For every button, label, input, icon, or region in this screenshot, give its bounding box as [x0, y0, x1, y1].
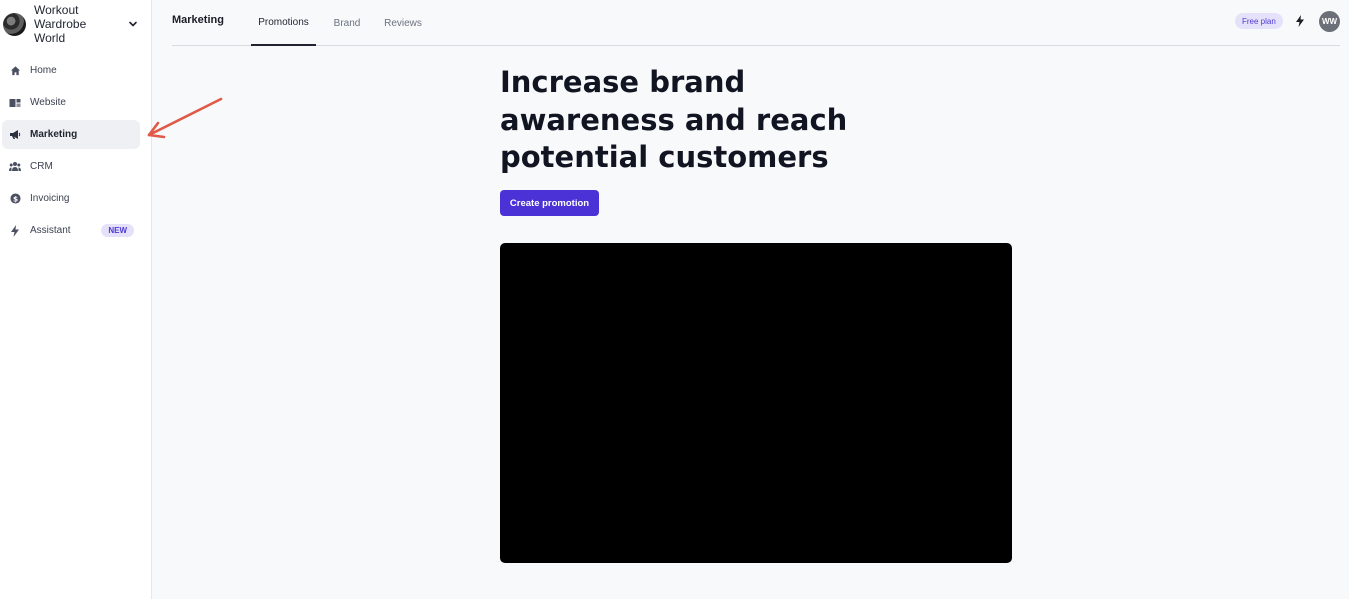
- sidebar-item-invoicing[interactable]: $ Invoicing: [2, 184, 140, 213]
- bolt-icon[interactable]: [1293, 13, 1307, 29]
- bolt-icon: [9, 224, 21, 237]
- sidebar-item-label: Home: [30, 65, 57, 76]
- chevron-down-icon: [127, 18, 139, 30]
- workspace-name: Workout Wardrobe World: [34, 3, 87, 45]
- video-player[interactable]: [500, 243, 1012, 563]
- tab-promotions[interactable]: Promotions: [251, 0, 316, 46]
- sidebar-item-label: Marketing: [30, 129, 78, 140]
- avatar[interactable]: WW: [1319, 11, 1340, 32]
- megaphone-icon: [9, 129, 21, 141]
- sidebar-item-assistant[interactable]: Assistant NEW: [2, 216, 140, 245]
- sidebar-item-label: Assistant: [30, 225, 71, 236]
- sidebar-item-home[interactable]: Home: [2, 56, 140, 85]
- top-bar: Marketing Promotions Brand Reviews Free …: [172, 0, 1340, 46]
- tab-brand[interactable]: Brand: [332, 0, 362, 46]
- svg-text:$: $: [12, 194, 17, 203]
- sidebar-item-crm[interactable]: CRM: [2, 152, 140, 181]
- section-title: Marketing: [172, 14, 224, 26]
- page-headline: Increase brand awareness and reach poten…: [500, 65, 848, 174]
- workspace-logo: [3, 12, 26, 36]
- sidebar-item-label: Website: [30, 97, 66, 108]
- sidebar-item-label: CRM: [30, 161, 53, 172]
- sidebar-item-label: Invoicing: [30, 193, 70, 204]
- annotation-arrow-icon: [147, 97, 223, 139]
- dollar-icon: $: [9, 193, 21, 205]
- people-icon: [9, 161, 21, 173]
- sidebar-nav: Home Website Marketing CRM $ Invoicing A…: [2, 56, 140, 248]
- website-icon: [9, 97, 21, 109]
- plan-badge[interactable]: Free plan: [1235, 13, 1283, 29]
- new-badge: NEW: [101, 224, 134, 237]
- sidebar-item-website[interactable]: Website: [2, 88, 140, 117]
- tab-reviews[interactable]: Reviews: [384, 0, 422, 46]
- sidebar: Workout Wardrobe World Home Website Mark…: [0, 0, 152, 599]
- sidebar-item-marketing[interactable]: Marketing: [2, 120, 140, 149]
- home-icon: [9, 65, 21, 77]
- workspace-switcher[interactable]: Workout Wardrobe World: [3, 3, 148, 45]
- create-promotion-button[interactable]: Create promotion: [500, 190, 599, 216]
